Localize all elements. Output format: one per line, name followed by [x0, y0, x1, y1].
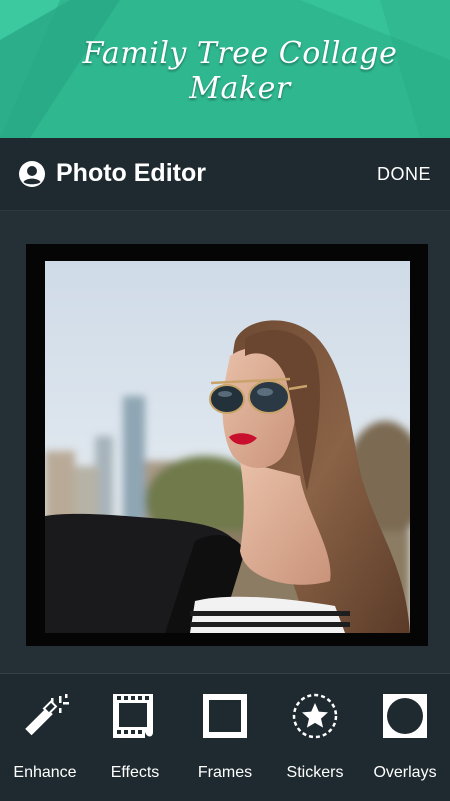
frames-button[interactable]: Frames	[180, 674, 270, 801]
banner-title: Family Tree Collage Maker	[82, 36, 398, 106]
stickers-label: Stickers	[286, 764, 344, 781]
portrait-photo-image	[45, 261, 410, 633]
overlays-label: Overlays	[373, 764, 437, 781]
film-strip-icon	[113, 694, 153, 738]
bottom-toolbar: Enhance Effects Frames Stickers Overlays	[0, 673, 450, 801]
enhance-button[interactable]: Enhance	[0, 674, 90, 801]
star-badge-icon	[292, 693, 338, 739]
stickers-button[interactable]: Stickers	[270, 674, 360, 801]
effects-button[interactable]: Effects	[90, 674, 180, 801]
editor-canvas	[0, 211, 450, 673]
effects-label: Effects	[110, 764, 160, 781]
done-button[interactable]: DONE	[377, 164, 431, 185]
edited-photo[interactable]	[45, 261, 410, 633]
circle-overlay-icon	[383, 694, 427, 738]
overlays-button[interactable]: Overlays	[360, 674, 450, 801]
app-bar: Photo Editor DONE	[0, 138, 450, 211]
promo-banner: Family Tree Collage Maker	[0, 0, 450, 138]
magic-wand-icon	[25, 694, 69, 736]
square-frame-icon	[203, 694, 247, 738]
enhance-label: Enhance	[13, 764, 77, 781]
page-title: Photo Editor	[56, 159, 206, 187]
frames-label: Frames	[197, 764, 253, 781]
account-circle-icon[interactable]	[18, 160, 46, 188]
photo-frame	[26, 244, 428, 646]
